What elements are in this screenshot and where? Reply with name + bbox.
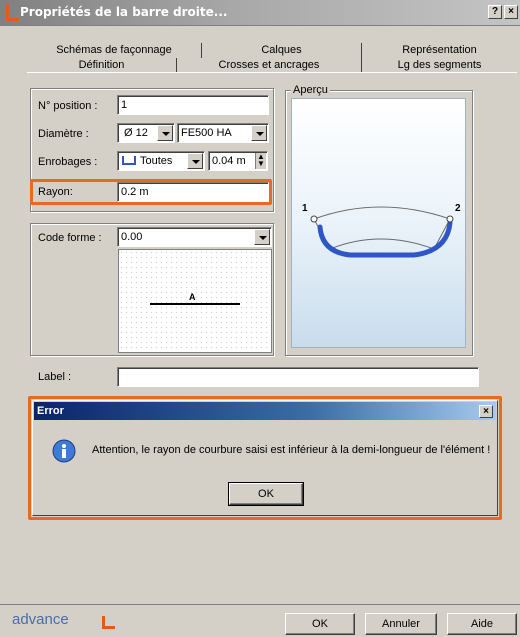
marker-2: 2 [455, 203, 461, 214]
tab-schemas-faconnage[interactable]: Schémas de façonnage [27, 43, 202, 58]
error-title-bar[interactable]: Error [34, 402, 496, 420]
window-title: Propriétés de la barre droite... [20, 5, 228, 19]
close-button[interactable]: × [504, 5, 518, 19]
enrobage-label: Enrobages : [38, 156, 98, 168]
position-field[interactable]: 1 [117, 95, 269, 115]
chevron-down-icon[interactable] [157, 125, 173, 141]
help-button[interactable]: ? [488, 5, 502, 19]
enrobage-size-field[interactable]: 0.04 m ▲ ▼ [208, 151, 268, 171]
chevron-down-icon[interactable] [254, 229, 270, 245]
diametre-value: Ø 12 [124, 127, 148, 139]
code-forme-label: Code forme : [38, 232, 102, 244]
help-footer-button[interactable]: Aide [447, 613, 517, 635]
tab-lg-segments[interactable]: Lg des segments [362, 58, 517, 73]
rayon-label: Rayon: [38, 186, 73, 198]
shape-segment-line [150, 303, 240, 305]
code-forme-select[interactable]: 0.00 [117, 227, 272, 247]
steel-grade-select[interactable]: FE500 HA [177, 123, 269, 143]
shape-segment-letter: A [189, 292, 196, 302]
error-close-button[interactable]: × [479, 405, 493, 418]
label-label: Label : [38, 371, 72, 383]
code-forme-value: 0.00 [121, 231, 143, 243]
title-bar[interactable]: Propriétés de la barre droite... ? × [0, 0, 520, 26]
enrobage-size-value: 0.04 m [212, 155, 246, 167]
spin-buttons[interactable]: ▲ ▼ [255, 153, 266, 169]
diametre-label: Diamètre : [38, 128, 89, 140]
rebar-preview-drawing: 1 2 [302, 203, 461, 258]
properties-dialog: Propriétés de la barre droite... ? × Sch… [0, 0, 520, 637]
cancel-button[interactable]: Annuler [365, 613, 437, 635]
info-icon [52, 439, 76, 463]
shape-schema: A [118, 249, 272, 353]
label-field[interactable] [117, 367, 479, 387]
tab-row-back: Schémas de façonnage Calques Représentat… [27, 43, 517, 58]
error-dialog: Error × Attention, le rayon de courbure … [32, 400, 498, 516]
steel-grade-value: FE500 HA [181, 127, 232, 139]
tab-crosses-ancrages[interactable]: Crosses et ancrages [177, 58, 362, 73]
apercu-title: Aperçu [291, 84, 330, 96]
tab-row-front: Définition Crosses et ancrages Lg des se… [27, 58, 517, 73]
tab-panel-edge [27, 72, 517, 73]
diametre-select[interactable]: Ø 12 [117, 123, 175, 143]
error-ok-button[interactable]: OK [228, 482, 304, 506]
brand-mark-icon [102, 616, 115, 629]
marker-1: 1 [302, 203, 308, 214]
chevron-down-icon[interactable] [187, 153, 203, 169]
enrobage-select[interactable]: Toutes [117, 151, 205, 171]
position-label: N° position : [38, 100, 98, 112]
error-message: Attention, le rayon de courbure saisi es… [92, 444, 491, 456]
tab-calques[interactable]: Calques [202, 43, 362, 58]
brand-logo: advance [12, 611, 69, 628]
enrobage-value: Toutes [140, 155, 173, 167]
chevron-down-icon[interactable] [251, 125, 267, 141]
footer-divider [0, 604, 520, 605]
cover-all-icon [122, 156, 136, 165]
tab-representation[interactable]: Représentation [362, 43, 517, 58]
error-title: Error [37, 405, 64, 417]
rayon-field[interactable]: 0.2 m [117, 182, 269, 202]
ok-button[interactable]: OK [285, 613, 355, 635]
apercu-preview: 1 2 [291, 98, 466, 348]
app-logo-icon [6, 4, 19, 21]
tab-definition[interactable]: Définition [27, 58, 177, 73]
